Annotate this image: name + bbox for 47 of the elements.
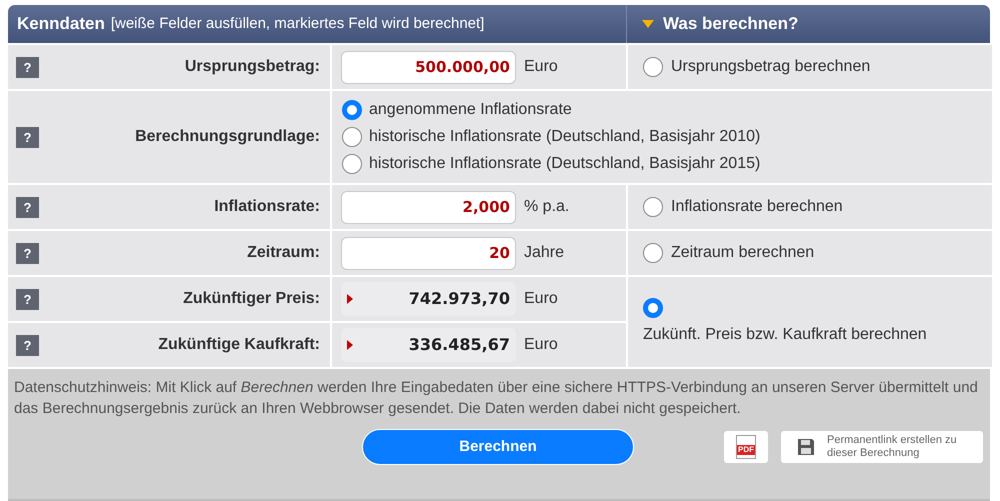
target-label: Ursprungsbetrag berechnen: [671, 57, 870, 77]
radio-button[interactable]: [342, 127, 362, 147]
radio-button[interactable]: [643, 243, 663, 263]
unit-label: Euro: [524, 57, 558, 77]
column-title: Was berechnen?: [663, 13, 798, 36]
radio-button[interactable]: [643, 298, 663, 318]
help-button[interactable]: ?: [16, 126, 39, 148]
radio-button[interactable]: [643, 57, 663, 77]
target-label: Zukünft. Preis bzw. Kaufkraft berechnen: [643, 324, 928, 344]
unit-label: Euro: [524, 335, 558, 355]
panel-title: Kenndaten: [17, 13, 105, 36]
help-button[interactable]: ?: [16, 334, 39, 356]
help-button[interactable]: ?: [16, 56, 39, 78]
field-label: Zeitraum:: [247, 243, 320, 263]
field-label: Berechnungsgrundlage:: [135, 127, 320, 147]
field-label: Zukünftige Kaufkraft:: [158, 335, 320, 355]
option-label: historische Inflationsrate (Deutschland, Basisjahr 2015): [369, 154, 760, 174]
marker-icon: [347, 340, 353, 350]
pdf-label: PDF: [737, 445, 755, 455]
result-field: 336.485,67: [341, 328, 516, 362]
permalink-button[interactable]: Permanentlink erstellen zu dieser Berechnung: [781, 431, 983, 463]
marker-icon: [347, 294, 353, 304]
privacy-note: Datenschutzhinweis: Mit Klick auf Berechnen werden Ihre Eingabedaten über eine sichere HTTPS-Verbindung an unseren Server übermittelt und das Berechnungsergebnis zurück an Ihren Webbrowser gesendet. Die Daten werden dabei nicht gespeichert.: [14, 378, 979, 419]
unit-label: Euro: [524, 289, 558, 309]
unit-label: % p.a.: [524, 197, 570, 217]
help-button[interactable]: ?: [16, 242, 39, 264]
help-button[interactable]: ?: [16, 288, 39, 310]
result-field: 742.973,70: [341, 282, 516, 316]
field-label: Inflationsrate:: [214, 197, 320, 217]
triangle-down-icon: [642, 20, 654, 28]
field-label: Ursprungsbetrag:: [184, 57, 320, 77]
option-label: historische Inflationsrate (Deutschland, Basisjahr 2010): [369, 127, 760, 147]
input-field[interactable]: 20: [341, 236, 516, 270]
target-label: Zeitraum berechnen: [671, 243, 814, 263]
field-label: Zukünftiger Preis:: [183, 289, 320, 309]
panel-subtitle: [weiße Felder ausfüllen, markiertes Feld wird berechnet]: [110, 14, 484, 34]
unit-label: Jahre: [524, 243, 564, 263]
option-label: angenommene Inflationsrate: [369, 100, 572, 120]
pdf-button[interactable]: PDF: [724, 431, 768, 463]
radio-button[interactable]: [643, 197, 663, 217]
input-field[interactable]: 500.000,00: [341, 50, 516, 84]
radio-button[interactable]: [342, 100, 362, 120]
calculate-button[interactable]: Berechnen: [362, 429, 634, 465]
target-label: Inflationsrate berechnen: [671, 197, 843, 217]
radio-button[interactable]: [342, 154, 362, 174]
input-field[interactable]: 2,000: [341, 190, 516, 224]
help-button[interactable]: ?: [16, 196, 39, 218]
